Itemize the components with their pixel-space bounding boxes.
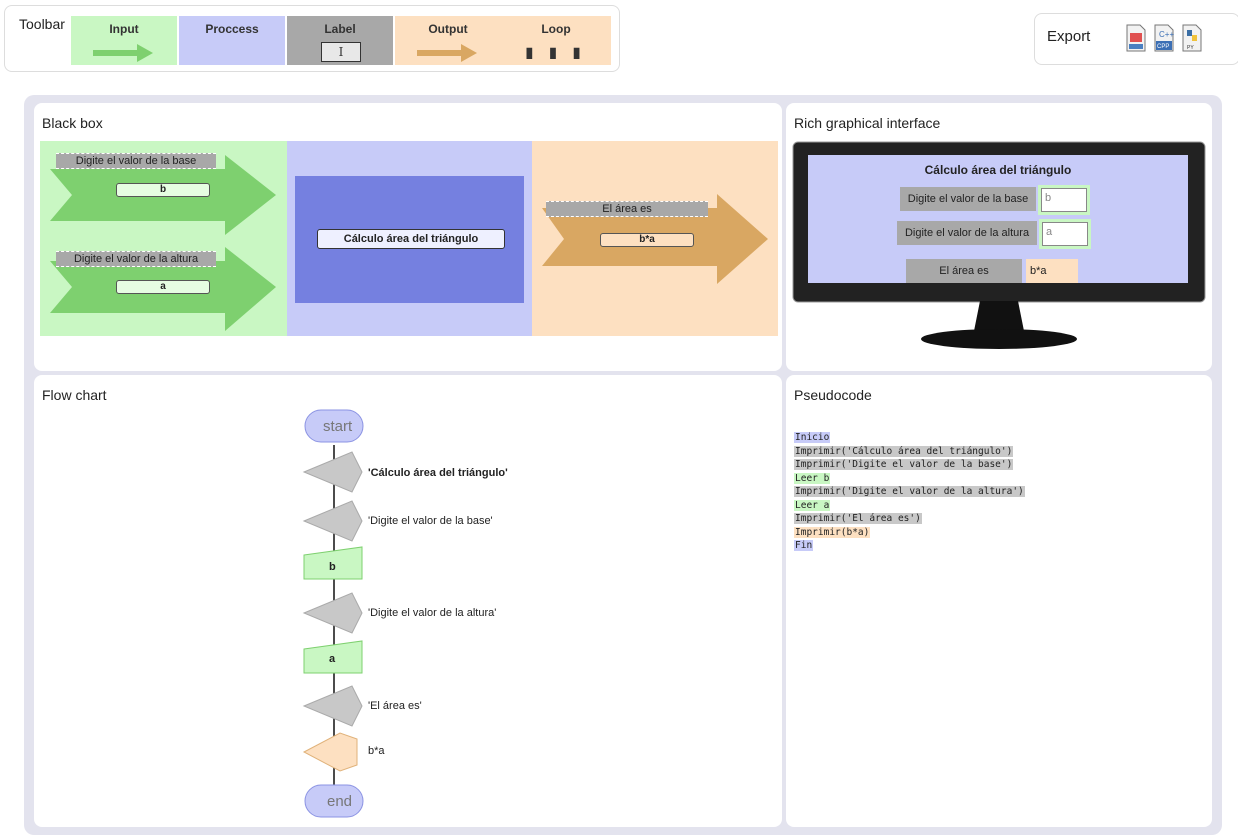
black-box-input-region: Digite el valor de la base b Digite el v… <box>40 141 287 336</box>
export-title: Export <box>1047 28 1091 45</box>
flow-output4-shape[interactable] <box>302 685 363 727</box>
flow-output5-shape[interactable] <box>302 732 358 772</box>
tool-process-label: Proccess <box>205 22 259 36</box>
black-box-input1-label: Digite el valor de la base <box>56 153 216 169</box>
gui-screen-title: Cálculo área del triángulo <box>924 163 1072 177</box>
flow-chart-panel: Flow chart start 'Cálculo área del trián… <box>34 375 782 827</box>
svg-text:PY: PY <box>1187 45 1194 51</box>
code-line: Imprimir('Digite el valor de la base') <box>794 459 1014 470</box>
input-arrow-icon <box>93 44 153 62</box>
gui-field1-input[interactable]: b <box>1041 188 1087 212</box>
flow-output2-shape[interactable] <box>302 500 363 542</box>
tool-output[interactable]: Output <box>395 16 501 65</box>
flow-output1-label: 'Cálculo área del triángulo' <box>368 467 508 479</box>
black-box-input1-var[interactable]: b <box>116 183 210 197</box>
flow-start-label: start <box>323 418 353 435</box>
black-box-output-label: El área es <box>546 201 708 217</box>
export-panel: Export C++ CPP PY <box>1034 13 1238 65</box>
flow-output1-shape[interactable] <box>302 451 363 493</box>
tool-loop-label: Loop <box>541 22 571 36</box>
flow-output3-label: 'Digite el valor de la altura' <box>368 607 497 619</box>
text-cursor-icon: I <box>321 42 361 62</box>
output-arrow-icon <box>417 44 477 62</box>
gui-title: Rich graphical interface <box>794 115 941 131</box>
process-box: Cálculo área del triángulo <box>295 176 524 303</box>
flow-output5-label: b*a <box>368 745 385 757</box>
loop-dots-icon: ▮ ▮ ▮ <box>525 44 587 60</box>
flow-output2-label: 'Digite el valor de la base' <box>368 515 493 527</box>
tool-loop[interactable]: Loop ▮ ▮ ▮ <box>501 16 611 65</box>
pseudocode-title: Pseudocode <box>794 387 872 403</box>
flow-input2-label: a <box>329 653 336 665</box>
black-box-title: Black box <box>42 115 103 131</box>
svg-text:C++: C++ <box>1159 30 1174 39</box>
gui-field1[interactable]: b <box>1038 185 1090 215</box>
tool-process[interactable]: Proccess <box>179 16 285 65</box>
toolbar: Toolbar Input Proccess Label I Output Lo… <box>4 5 620 72</box>
black-box-input2-var[interactable]: a <box>116 280 210 294</box>
gui-panel: Rich graphical interface Cálculo área de… <box>786 103 1212 371</box>
workspace: Black box Digite el valor de la base b D… <box>24 95 1222 835</box>
svg-text:CPP: CPP <box>1157 44 1169 50</box>
gui-field2[interactable]: a <box>1039 219 1091 249</box>
gui-field1-label: Digite el valor de la base <box>900 187 1036 211</box>
pdf-icon[interactable] <box>1125 24 1147 52</box>
code-line: Inicio <box>794 432 831 443</box>
code-line: Imprimir('Digite el valor de la altura') <box>794 486 1025 497</box>
tool-output-label: Output <box>428 22 468 36</box>
gui-screen: Cálculo área del triángulo Digite el val… <box>808 155 1188 283</box>
toolbar-title: Toolbar <box>19 16 65 32</box>
tool-label-label: Label <box>324 22 356 36</box>
flow-end-label: end <box>327 793 353 810</box>
code-line: Leer a <box>794 499 831 511</box>
gui-field2-input[interactable]: a <box>1042 222 1088 246</box>
gui-output-label: El área es <box>906 259 1022 283</box>
tool-input-label: Input <box>109 22 139 36</box>
code-line: Imprimir(b*a) <box>794 526 871 538</box>
code-line: Imprimir('Cálculo área del triángulo') <box>794 445 1014 457</box>
python-icon[interactable]: PY <box>1181 24 1203 52</box>
code-line: Leer b <box>794 472 831 484</box>
pseudocode-panel: Pseudocode Inicio Imprimir('Cálculo área… <box>786 375 1212 827</box>
black-box-process-region: Cálculo área del triángulo <box>287 141 532 336</box>
flow-input1-label: b <box>329 561 336 573</box>
black-box-panel: Black box Digite el valor de la base b D… <box>34 103 782 371</box>
process-label[interactable]: Cálculo área del triángulo <box>317 229 505 249</box>
flow-chart-title: Flow chart <box>42 387 107 403</box>
flow-output4-label: 'El área es' <box>368 700 422 712</box>
code-line: Imprimir('El área es') <box>794 513 922 524</box>
flow-diagram <box>302 409 364 818</box>
code-line: Fin <box>794 540 814 551</box>
black-box-output-region: El área es b*a <box>532 141 778 336</box>
flow-output3-shape[interactable] <box>302 592 363 634</box>
gui-field2-label: Digite el valor de la altura <box>897 221 1037 245</box>
cpp-icon[interactable]: C++ CPP <box>1153 24 1175 52</box>
tool-label[interactable]: Label I <box>287 16 393 65</box>
pseudocode-block: Inicio Imprimir('Cálculo área del triáng… <box>794 431 1025 553</box>
black-box-input2-label: Digite el valor de la altura <box>56 251 216 267</box>
black-box-output-expr[interactable]: b*a <box>600 233 694 247</box>
gui-output-value: b*a <box>1026 259 1078 283</box>
tool-input[interactable]: Input <box>71 16 177 65</box>
